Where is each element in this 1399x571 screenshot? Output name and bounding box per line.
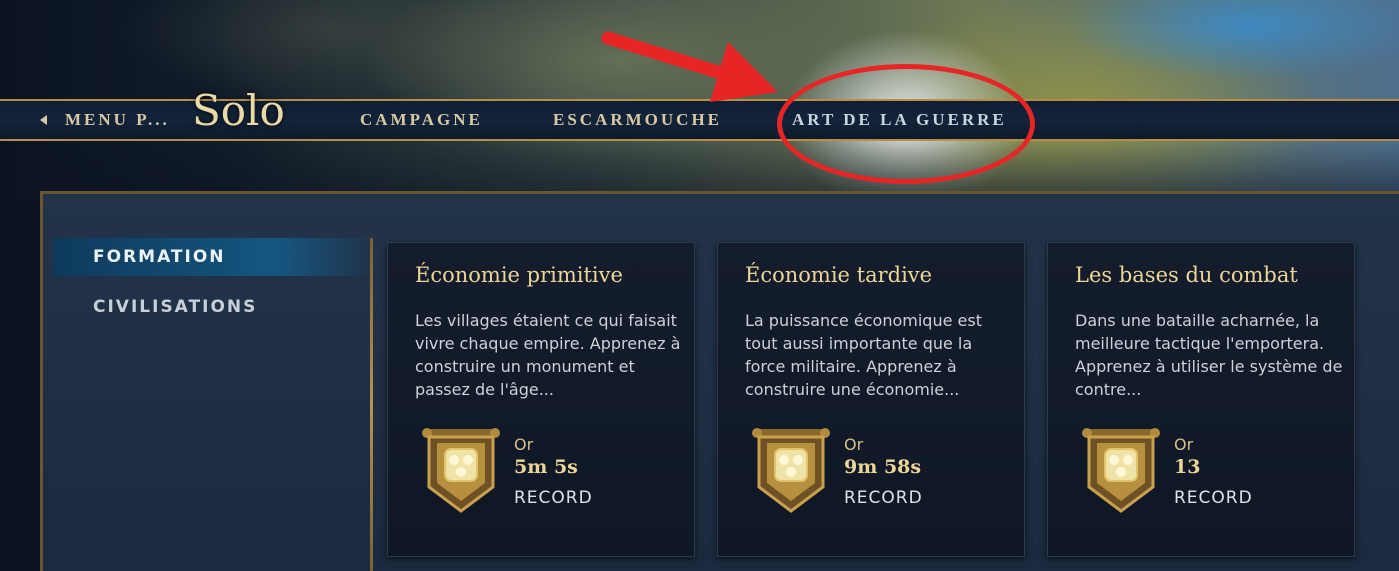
back-arrow-icon: [40, 115, 47, 125]
card-description: La puissance économique est tout aussi i…: [745, 311, 982, 399]
card-title: Économie tardive: [745, 263, 933, 287]
record-label: RECORD: [514, 488, 593, 508]
card-description: Les villages étaient ce qui faisait vivr…: [415, 311, 681, 399]
tab-campagne[interactable]: CAMPAGNE: [360, 99, 483, 141]
medal-label: Or: [514, 435, 534, 454]
sidebar-item-civilisations[interactable]: CIVILISATIONS: [53, 288, 257, 326]
lesson-card-economie-primitive[interactable]: Économie primitive Les villages étaient …: [387, 242, 695, 557]
medal-value: 13: [1174, 456, 1201, 478]
back-button-label: MENU P...: [65, 110, 170, 129]
medal-value: 9m 58s: [844, 456, 922, 478]
lesson-card-bases-du-combat[interactable]: Les bases du combat Dans une bataille ac…: [1047, 242, 1355, 557]
sidebar-item-formation[interactable]: FORMATION: [53, 238, 373, 276]
gold-medal-banner-icon: [422, 428, 500, 513]
gold-medal-banner-icon: [1082, 428, 1160, 513]
card-title: Les bases du combat: [1075, 263, 1298, 287]
medal-label: Or: [844, 435, 864, 454]
record-label: RECORD: [844, 488, 923, 508]
card-title: Économie primitive: [415, 263, 623, 287]
annotation-ellipse: [777, 64, 1035, 184]
card-description: Dans une bataille acharnée, la meilleure…: [1075, 311, 1343, 399]
panel-divider: [370, 238, 373, 571]
page-title: Solo: [192, 86, 285, 135]
lesson-card-economie-tardive[interactable]: Économie tardive La puissance économique…: [717, 242, 1025, 557]
medal-value: 5m 5s: [514, 456, 578, 478]
record-label: RECORD: [1174, 488, 1253, 508]
back-button[interactable]: MENU P...: [40, 101, 170, 139]
medal-label: Or: [1174, 435, 1194, 454]
annotation-arrow-icon: [601, 31, 778, 102]
gold-medal-banner-icon: [752, 428, 830, 513]
